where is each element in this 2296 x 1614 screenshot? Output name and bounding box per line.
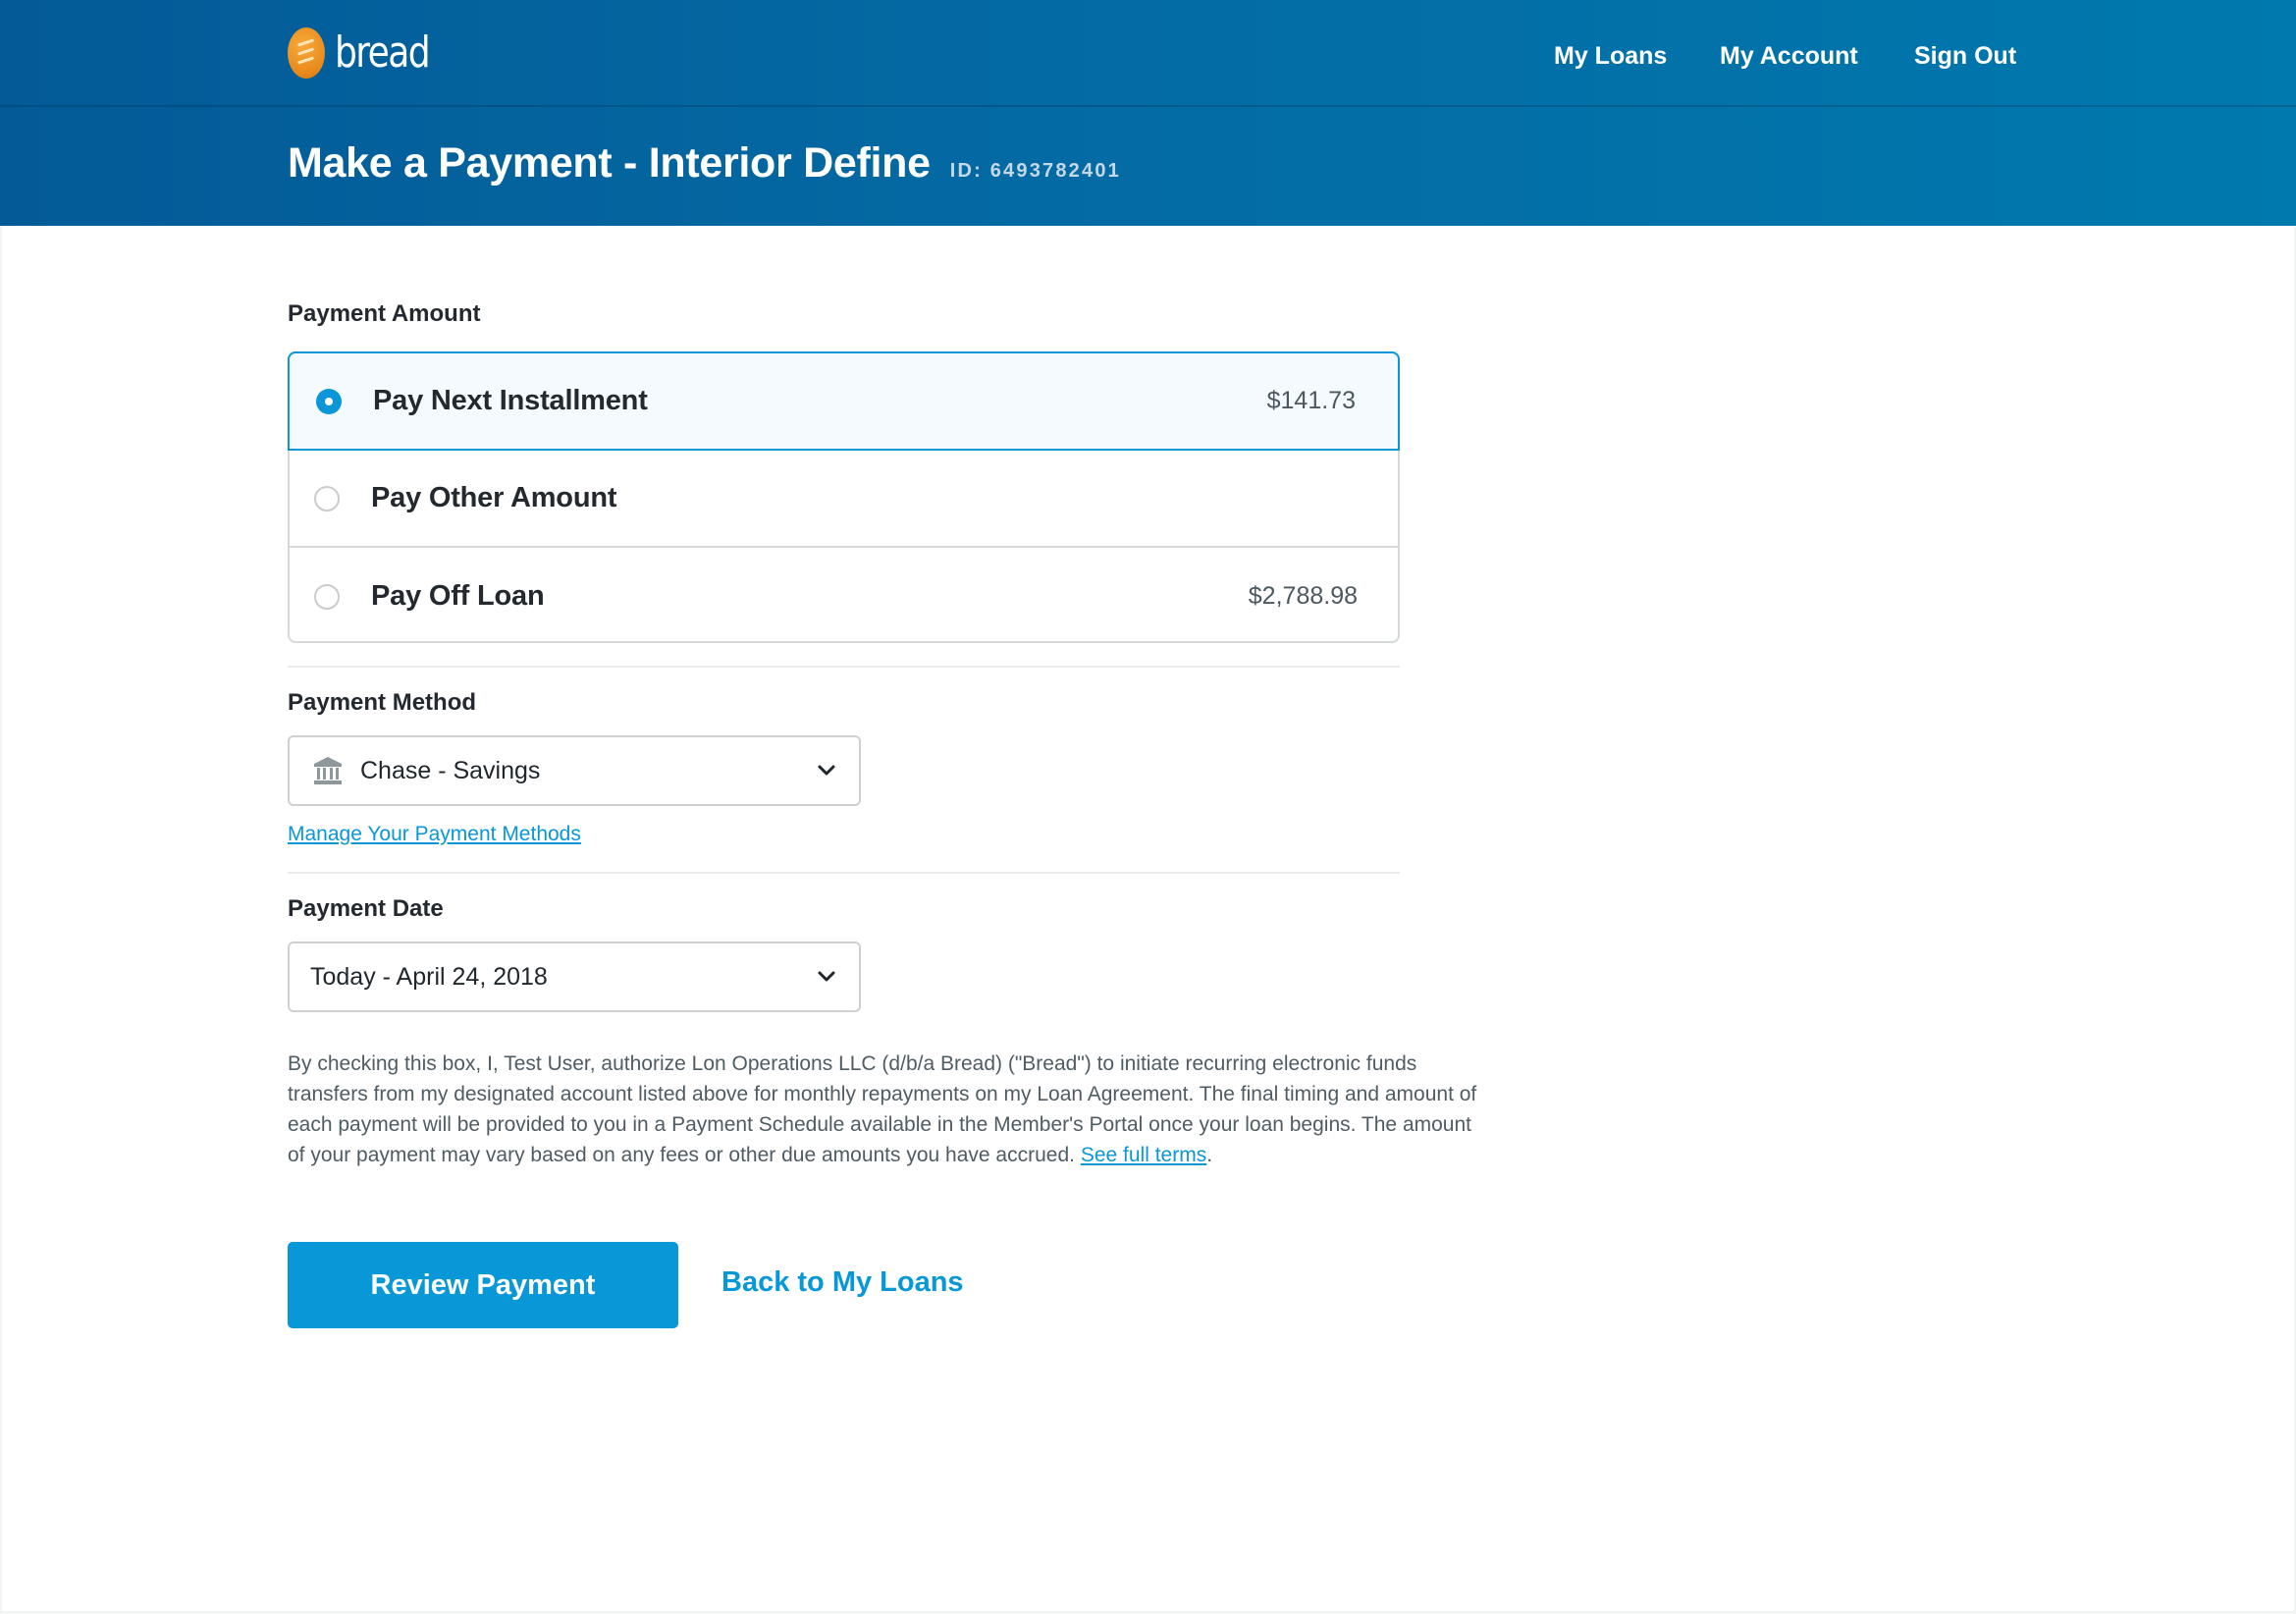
option-label: Pay Next Installment — [373, 385, 648, 416]
chevron-down-icon — [818, 971, 835, 982]
chevron-down-icon — [818, 765, 835, 776]
page-header: bread My Loans My Account Sign Out Make … — [0, 0, 2296, 226]
option-pay-other-amount[interactable]: Pay Other Amount — [288, 451, 1400, 548]
bank-icon — [314, 757, 342, 784]
payment-date-select[interactable]: Today - April 24, 2018 — [288, 942, 861, 1012]
nav-sign-out[interactable]: Sign Out — [1914, 37, 2016, 75]
radio-unchecked-icon[interactable] — [314, 485, 340, 511]
option-label: Pay Off Loan — [371, 580, 545, 612]
option-label: Pay Other Amount — [371, 482, 617, 513]
review-payment-button[interactable]: Review Payment — [288, 1242, 678, 1328]
bread-logo[interactable]: bread — [288, 27, 450, 79]
radio-unchecked-icon[interactable] — [314, 583, 340, 610]
see-full-terms-link[interactable]: See full terms — [1081, 1144, 1206, 1166]
payment-date-label: Payment Date — [288, 895, 444, 922]
section-divider — [288, 872, 1400, 874]
option-pay-off-loan[interactable]: Pay Off Loan $2,788.98 — [288, 548, 1400, 645]
section-divider — [288, 666, 1400, 668]
back-to-my-loans-link[interactable]: Back to My Loans — [721, 1266, 964, 1299]
payment-amount-options: Pay Next Installment $141.73 Pay Other A… — [288, 351, 1400, 643]
terms-trailing: . — [1206, 1144, 1213, 1166]
header-divider — [0, 105, 2296, 107]
manage-payment-methods-link[interactable]: Manage Your Payment Methods — [288, 823, 581, 846]
page-title-row: Make a Payment - Interior Define ID: 649… — [288, 139, 1121, 188]
loan-id: ID: 6493782401 — [949, 160, 1121, 182]
payment-date-value: Today - April 24, 2018 — [310, 962, 548, 991]
payment-amount-label: Payment Amount — [288, 300, 481, 327]
bread-loaf-icon — [288, 27, 325, 79]
payment-method-select[interactable]: Chase - Savings — [288, 735, 861, 806]
brand-wordmark: bread — [335, 27, 431, 78]
authorization-terms: By checking this box, I, Test User, auth… — [288, 1049, 1485, 1170]
radio-checked-icon[interactable] — [316, 388, 342, 414]
terms-text: By checking this box, I, Test User, auth… — [288, 1052, 1477, 1166]
option-amount: $141.73 — [1266, 387, 1356, 414]
nav-my-loans[interactable]: My Loans — [1554, 37, 1720, 75]
page-title: Make a Payment - Interior Define — [288, 139, 931, 187]
option-amount: $2,788.98 — [1248, 582, 1358, 610]
payment-method-value: Chase - Savings — [360, 756, 541, 784]
nav-my-account[interactable]: My Account — [1720, 37, 1914, 75]
option-pay-next-installment[interactable]: Pay Next Installment $141.73 — [288, 351, 1400, 451]
top-nav: My Loans My Account Sign Out — [1554, 37, 2016, 75]
payment-method-label: Payment Method — [288, 689, 477, 716]
